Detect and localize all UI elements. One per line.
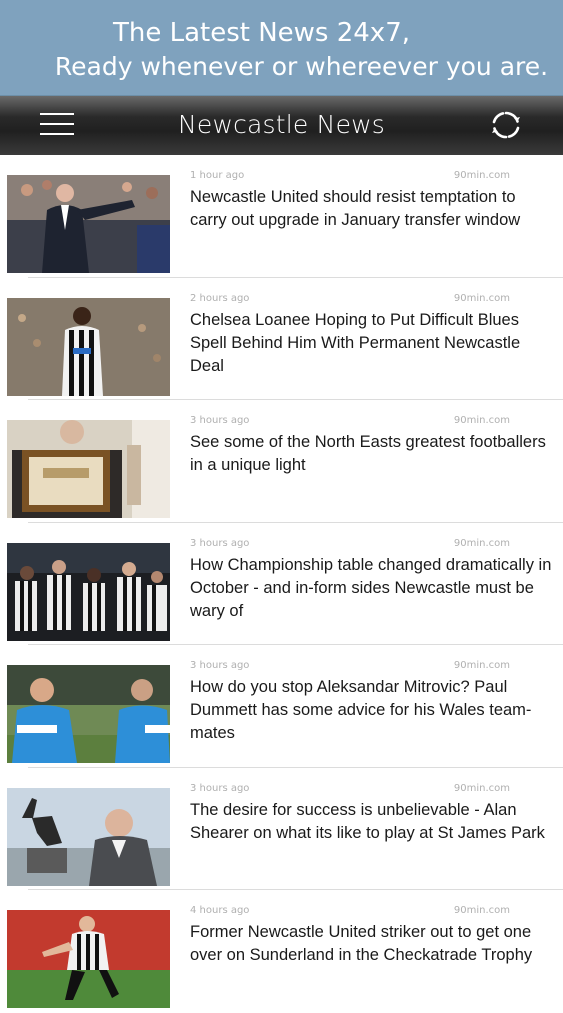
article-time: 1 hour ago — [190, 170, 245, 181]
article-thumbnail — [7, 542, 170, 641]
banner-line-2: Ready whenever or whereever you are. — [54, 51, 549, 81]
article-source: 90min.com — [453, 660, 510, 671]
article-meta: 3 hours ago 90min.com — [190, 660, 510, 671]
article-time: 3 hours ago — [190, 415, 250, 426]
article-time: 3 hours ago — [190, 537, 250, 549]
promo-banner: The Latest News 24x7, Ready whenever or … — [0, 0, 563, 96]
article-time: 2 hours ago — [190, 292, 250, 304]
news-list: 1 hour ago 90min.com Newcastle United sh… — [0, 155, 563, 1013]
article-source: 90min.com — [453, 905, 510, 916]
article-source: 90min.com — [453, 782, 510, 794]
article-meta: 2 hours ago 90min.com — [190, 292, 510, 304]
article-meta: 3 hours ago 90min.com — [190, 537, 510, 549]
article-thumbnail — [7, 665, 170, 763]
news-item[interactable]: 1 hour ago 90min.com Newcastle United sh… — [0, 155, 563, 278]
article-source: 90min.com — [453, 170, 510, 181]
article-time: 3 hours ago — [190, 660, 250, 671]
article-time: 4 hours ago — [190, 905, 250, 916]
article-meta: 1 hour ago 90min.com — [190, 170, 510, 181]
article-meta: 4 hours ago 90min.com — [190, 905, 510, 916]
article-meta: 3 hours ago 90min.com — [190, 782, 510, 794]
article-thumbnail — [7, 910, 170, 1008]
banner-line-1: The Latest News 24x7, — [112, 17, 411, 48]
article-thumbnail — [7, 787, 170, 886]
news-item[interactable]: 3 hours ago 90min.com The desire for suc… — [0, 768, 563, 890]
article-headline[interactable]: Newcastle United should resist temptatio… — [190, 186, 555, 232]
news-item[interactable]: 4 hours ago 90min.com Former Newcastle U… — [0, 890, 563, 1013]
article-headline[interactable]: Chelsea Loanee Hoping to Put Difficult B… — [190, 309, 555, 378]
article-source: 90min.com — [453, 292, 510, 304]
article-meta: 3 hours ago 90min.com — [190, 415, 510, 426]
article-headline[interactable]: How do you stop Aleksandar Mitrovic? Pau… — [190, 676, 555, 745]
app-toolbar: Newcastle News — [0, 96, 563, 155]
article-headline[interactable]: See some of the North Easts greatest foo… — [190, 431, 555, 477]
article-source: 90min.com — [453, 415, 510, 426]
article-thumbnail — [7, 420, 170, 518]
article-time: 3 hours ago — [190, 782, 250, 794]
news-item[interactable]: 3 hours ago 90min.com How Championship t… — [0, 523, 563, 645]
article-headline[interactable]: How Championship table changed dramatica… — [190, 554, 555, 623]
news-item[interactable]: 3 hours ago 90min.com See some of the No… — [0, 400, 563, 523]
page-title: Newcastle News — [177, 110, 386, 139]
news-item[interactable]: 2 hours ago 90min.com Chelsea Loanee Hop… — [0, 278, 563, 400]
article-thumbnail — [7, 297, 170, 396]
article-headline[interactable]: The desire for success is unbelievable -… — [190, 799, 555, 845]
news-item[interactable]: 3 hours ago 90min.com How do you stop Al… — [0, 645, 563, 768]
article-thumbnail — [7, 175, 170, 273]
refresh-icon[interactable] — [490, 109, 522, 141]
article-headline[interactable]: Former Newcastle United striker out to g… — [190, 921, 555, 967]
article-source: 90min.com — [453, 537, 510, 549]
